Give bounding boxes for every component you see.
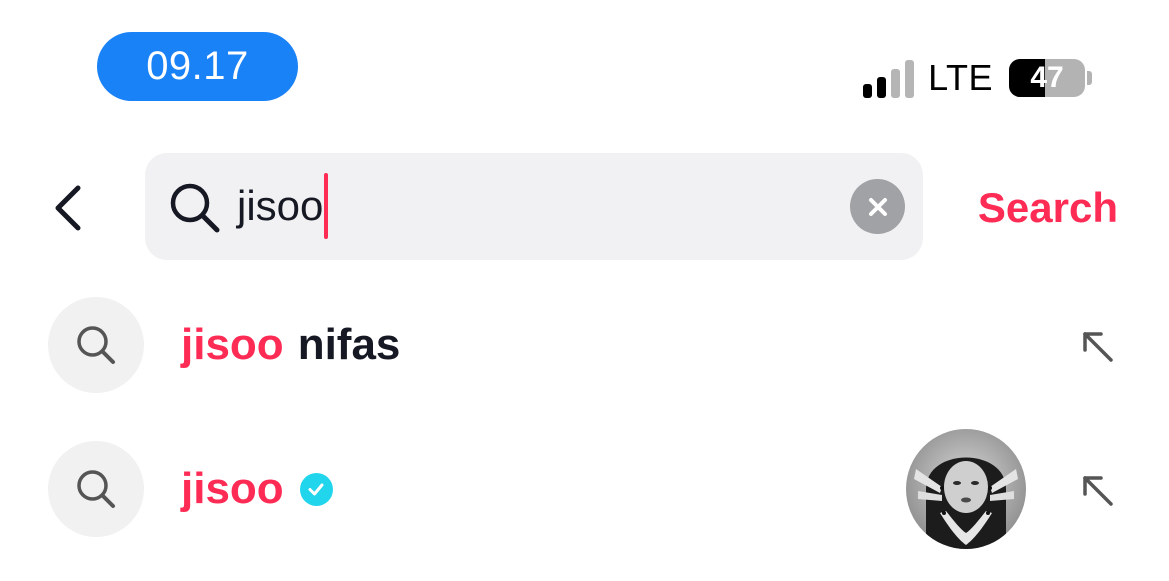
suggestion-item[interactable]: jisoo nifas (0, 290, 1169, 400)
suggestion-text: jisoo (181, 461, 333, 517)
suggestion-match: jisoo (181, 464, 284, 513)
suggestion-icon-circle (48, 297, 144, 393)
cellular-signal-icon (863, 58, 915, 98)
signal-bar (863, 84, 873, 98)
battery-nub (1087, 71, 1092, 85)
suggestion-text: jisoo nifas (181, 317, 400, 373)
clear-search-button[interactable] (850, 179, 905, 234)
network-type: LTE (928, 57, 993, 98)
status-indicators: LTE 47 (863, 55, 1092, 101)
profile-photo (906, 429, 1026, 549)
search-query-field[interactable]: jisoo (237, 173, 329, 239)
battery-level: 47 (1030, 61, 1064, 94)
checkmark-icon (308, 483, 324, 496)
status-time: 09.17 (97, 32, 298, 101)
back-button[interactable] (40, 180, 96, 236)
search-query-text: jisoo (237, 182, 324, 229)
search-icon (77, 470, 115, 508)
battery-icon: 47 (1009, 59, 1085, 97)
suggestion-match: jisoo (181, 320, 284, 369)
verified-badge-icon (299, 472, 333, 506)
search-submit-button[interactable]: Search (978, 180, 1118, 236)
search-icon (170, 183, 220, 233)
suggestion-rest: nifas (297, 320, 401, 369)
text-caret (324, 173, 329, 239)
suggestion-item[interactable]: jisoo (0, 429, 1169, 549)
arrow-up-left-icon[interactable] (1077, 326, 1117, 366)
suggestion-icon-circle (48, 441, 144, 537)
avatar (906, 429, 1026, 549)
search-input[interactable]: jisoo (145, 153, 923, 260)
clear-x-icon (868, 197, 887, 216)
signal-bar (877, 77, 887, 98)
search-icon (77, 326, 115, 364)
chevron-left-icon (55, 185, 81, 231)
search-screen: 09.17 LTE 47 jisoo Search jisoo nifas ji… (0, 0, 1169, 581)
signal-bar (905, 60, 915, 98)
signal-bar (891, 69, 901, 98)
arrow-up-left-icon[interactable] (1077, 470, 1117, 510)
